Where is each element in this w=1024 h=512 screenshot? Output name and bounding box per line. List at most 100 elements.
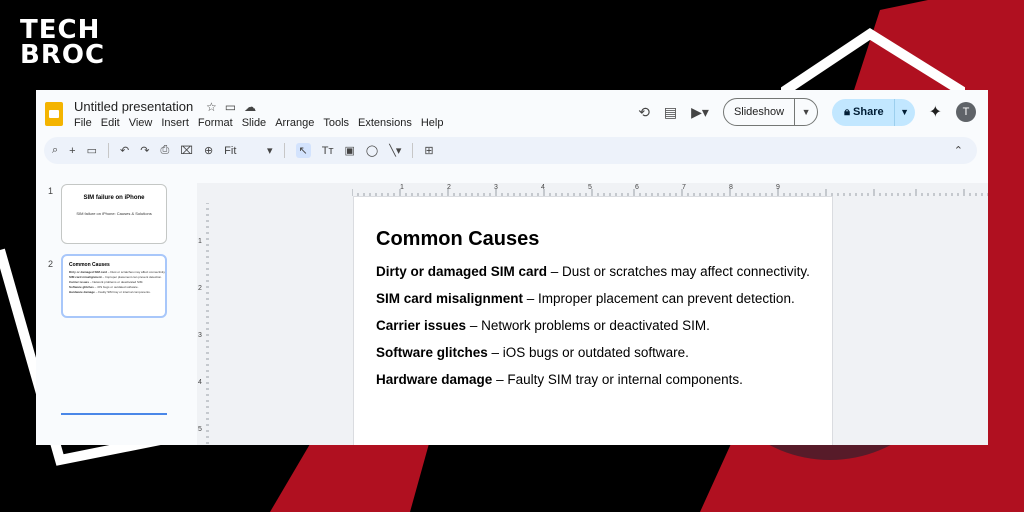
ruler-num: 8	[729, 184, 733, 191]
ruler-num: 3	[198, 332, 202, 339]
bullet-bold: Carrier issues	[376, 318, 467, 333]
header-actions: ⟲ ▤ ▶▾ Slideshow ▼ 🔒︎ Share ▼ ✦ T	[638, 98, 976, 126]
ruler-num: 4	[198, 379, 202, 386]
zoom-select[interactable]: Fit ▾	[224, 144, 272, 157]
menu-slide[interactable]: Slide	[242, 117, 266, 129]
textbox-icon[interactable]: Tт	[322, 145, 334, 157]
ruler-num: 1	[198, 238, 202, 245]
slides-logo-icon[interactable]	[45, 102, 63, 126]
search-icon[interactable]: ⌕	[52, 144, 58, 157]
bullet-text: – Improper placement can prevent detecti…	[523, 291, 795, 306]
chevron-down-icon: ▾	[266, 145, 273, 157]
horizontal-ruler[interactable]: 1 2 3 4 5 6 7 8 9	[352, 183, 988, 196]
bullet-bold: Hardware damage	[376, 372, 493, 387]
zoom-icon[interactable]: ⊕	[204, 144, 213, 157]
slide-canvas[interactable]: 1 2 3 4 5 6 7 8 9 1 2 3 4 5 Common Cause…	[197, 183, 988, 445]
slideshow-dropdown-icon[interactable]: ▼	[794, 99, 817, 125]
bullet-item: Carrier issues – Network problems or dea…	[376, 317, 816, 335]
ruler-num: 2	[447, 184, 451, 191]
paint-format-icon[interactable]: ⌧	[180, 144, 193, 157]
thumb-line: Dirty or damaged SIM card – Dust or scra…	[69, 270, 166, 274]
ruler-num: 5	[198, 426, 202, 433]
menu-format[interactable]: Format	[198, 117, 233, 129]
share-dropdown-icon[interactable]: ▼	[893, 98, 915, 126]
bullet-text: – Faulty SIM tray or internal components…	[492, 372, 743, 387]
slide-number: 1	[48, 186, 54, 196]
document-title[interactable]: Untitled presentation	[74, 99, 193, 114]
slide-thumbnail[interactable]: SIM failure on iPhone SIM failure on iPh…	[61, 184, 167, 244]
thumb-line: Carrier issues – Network problems or dea…	[69, 280, 144, 284]
print-icon[interactable]: ⎙	[160, 144, 169, 157]
menu-insert[interactable]: Insert	[161, 117, 189, 129]
bullet-bold: Software glitches	[376, 345, 488, 360]
bullet-text: – Network problems or deactivated SIM.	[466, 318, 710, 333]
cloud-status-icon[interactable]: ☁	[244, 100, 256, 114]
ruler-num: 7	[682, 184, 686, 191]
toolbar: ⌕ + ▭ ↶ ↷ ⎙ ⌧ ⊕ Fit ▾ ↖ Tт ▣ ◯ ╲▾ ⊞ ⌃	[44, 137, 977, 164]
title-bar: Untitled presentation ☆ ▭ ☁ File Edit Vi…	[36, 90, 988, 136]
slideshow-button-group: Slideshow ▼	[722, 98, 819, 126]
ruler-num: 5	[588, 184, 592, 191]
move-folder-icon[interactable]: ▭	[225, 100, 236, 114]
bullet-text: – iOS bugs or outdated software.	[487, 345, 689, 360]
ruler-num: 9	[776, 184, 780, 191]
undo-icon[interactable]: ↶	[120, 144, 129, 157]
current-slide[interactable]: Common Causes Dirty or damaged SIM card …	[353, 196, 833, 445]
menu-bar: File Edit View Insert Format Slide Arran…	[74, 117, 443, 129]
thumb-subtitle: SIM failure on iPhone: Causes & Solution…	[76, 211, 152, 216]
avatar[interactable]: T	[956, 102, 976, 122]
add-comment-icon[interactable]: ⊞	[424, 144, 433, 157]
gemini-icon[interactable]: ✦	[929, 102, 942, 122]
slides-app-window: Untitled presentation ☆ ▭ ☁ File Edit Vi…	[36, 90, 988, 445]
line-icon[interactable]: ╲▾	[389, 144, 401, 157]
ruler-num: 3	[494, 184, 498, 191]
image-icon[interactable]: ▣	[344, 144, 354, 157]
menu-file[interactable]: File	[74, 117, 92, 129]
share-label: Share	[853, 105, 884, 118]
thumb-line: Software glitches – iOS bugs or outdated…	[69, 285, 139, 289]
layout-icon[interactable]: ▭	[87, 144, 97, 157]
logo-line-2: BROC	[20, 40, 106, 70]
title-actions: ☆ ▭ ☁	[206, 100, 256, 114]
bullet-item: Hardware damage – Faulty SIM tray or int…	[376, 371, 816, 389]
slide-number: 2	[48, 259, 54, 269]
share-button-group: 🔒︎ Share ▼	[832, 98, 915, 126]
brand-logo: TECH BROC	[20, 17, 106, 70]
slide-body[interactable]: Dirty or damaged SIM card – Dust or scra…	[376, 263, 816, 398]
collapse-icon[interactable]: ⌃	[954, 144, 963, 157]
slide-thumbnail-active[interactable]: Common Causes Dirty or damaged SIM card …	[61, 254, 167, 318]
share-button[interactable]: 🔒︎ Share	[832, 99, 894, 126]
ruler-num: 4	[541, 184, 545, 191]
menu-help[interactable]: Help	[421, 117, 444, 129]
history-icon[interactable]: ⟲	[638, 104, 650, 121]
ruler-num: 2	[198, 285, 202, 292]
bullet-item: Dirty or damaged SIM card – Dust or scra…	[376, 263, 816, 281]
video-call-icon[interactable]: ▶▾	[691, 104, 709, 121]
menu-arrange[interactable]: Arrange	[275, 117, 314, 129]
menu-tools[interactable]: Tools	[323, 117, 349, 129]
slide-title[interactable]: Common Causes	[376, 228, 539, 251]
plus-icon[interactable]: +	[69, 145, 75, 157]
bullet-item: Software glitches – iOS bugs or outdated…	[376, 344, 816, 362]
shape-icon[interactable]: ◯	[366, 144, 378, 157]
vertical-ruler[interactable]: 1 2 3 4 5	[197, 203, 209, 445]
menu-edit[interactable]: Edit	[101, 117, 120, 129]
ruler-num: 6	[635, 184, 639, 191]
thumb-title: Common Causes	[69, 262, 110, 268]
lock-icon: 🔒︎	[844, 105, 854, 118]
toolbar-divider	[283, 143, 285, 158]
redo-icon[interactable]: ↷	[140, 144, 149, 157]
star-icon[interactable]: ☆	[206, 100, 217, 114]
toolbar-divider	[108, 143, 110, 158]
comment-icon[interactable]: ▤	[664, 104, 677, 121]
ruler-num: 1	[400, 184, 404, 191]
menu-extensions[interactable]: Extensions	[358, 117, 412, 129]
select-icon[interactable]: ↖	[295, 143, 311, 158]
bullet-bold: SIM card misalignment	[376, 291, 524, 306]
bullet-text: – Dust or scratches may affect connectiv…	[547, 264, 810, 279]
filmstrip: 1 SIM failure on iPhone SIM failure on i…	[36, 182, 196, 445]
thumb-line: SIM card misalignment – Improper placeme…	[69, 275, 163, 279]
slideshow-button[interactable]: Slideshow	[724, 99, 794, 125]
menu-view[interactable]: View	[129, 117, 153, 129]
thumb-line: Hardware damage – Faulty SIM tray or int…	[69, 290, 151, 294]
